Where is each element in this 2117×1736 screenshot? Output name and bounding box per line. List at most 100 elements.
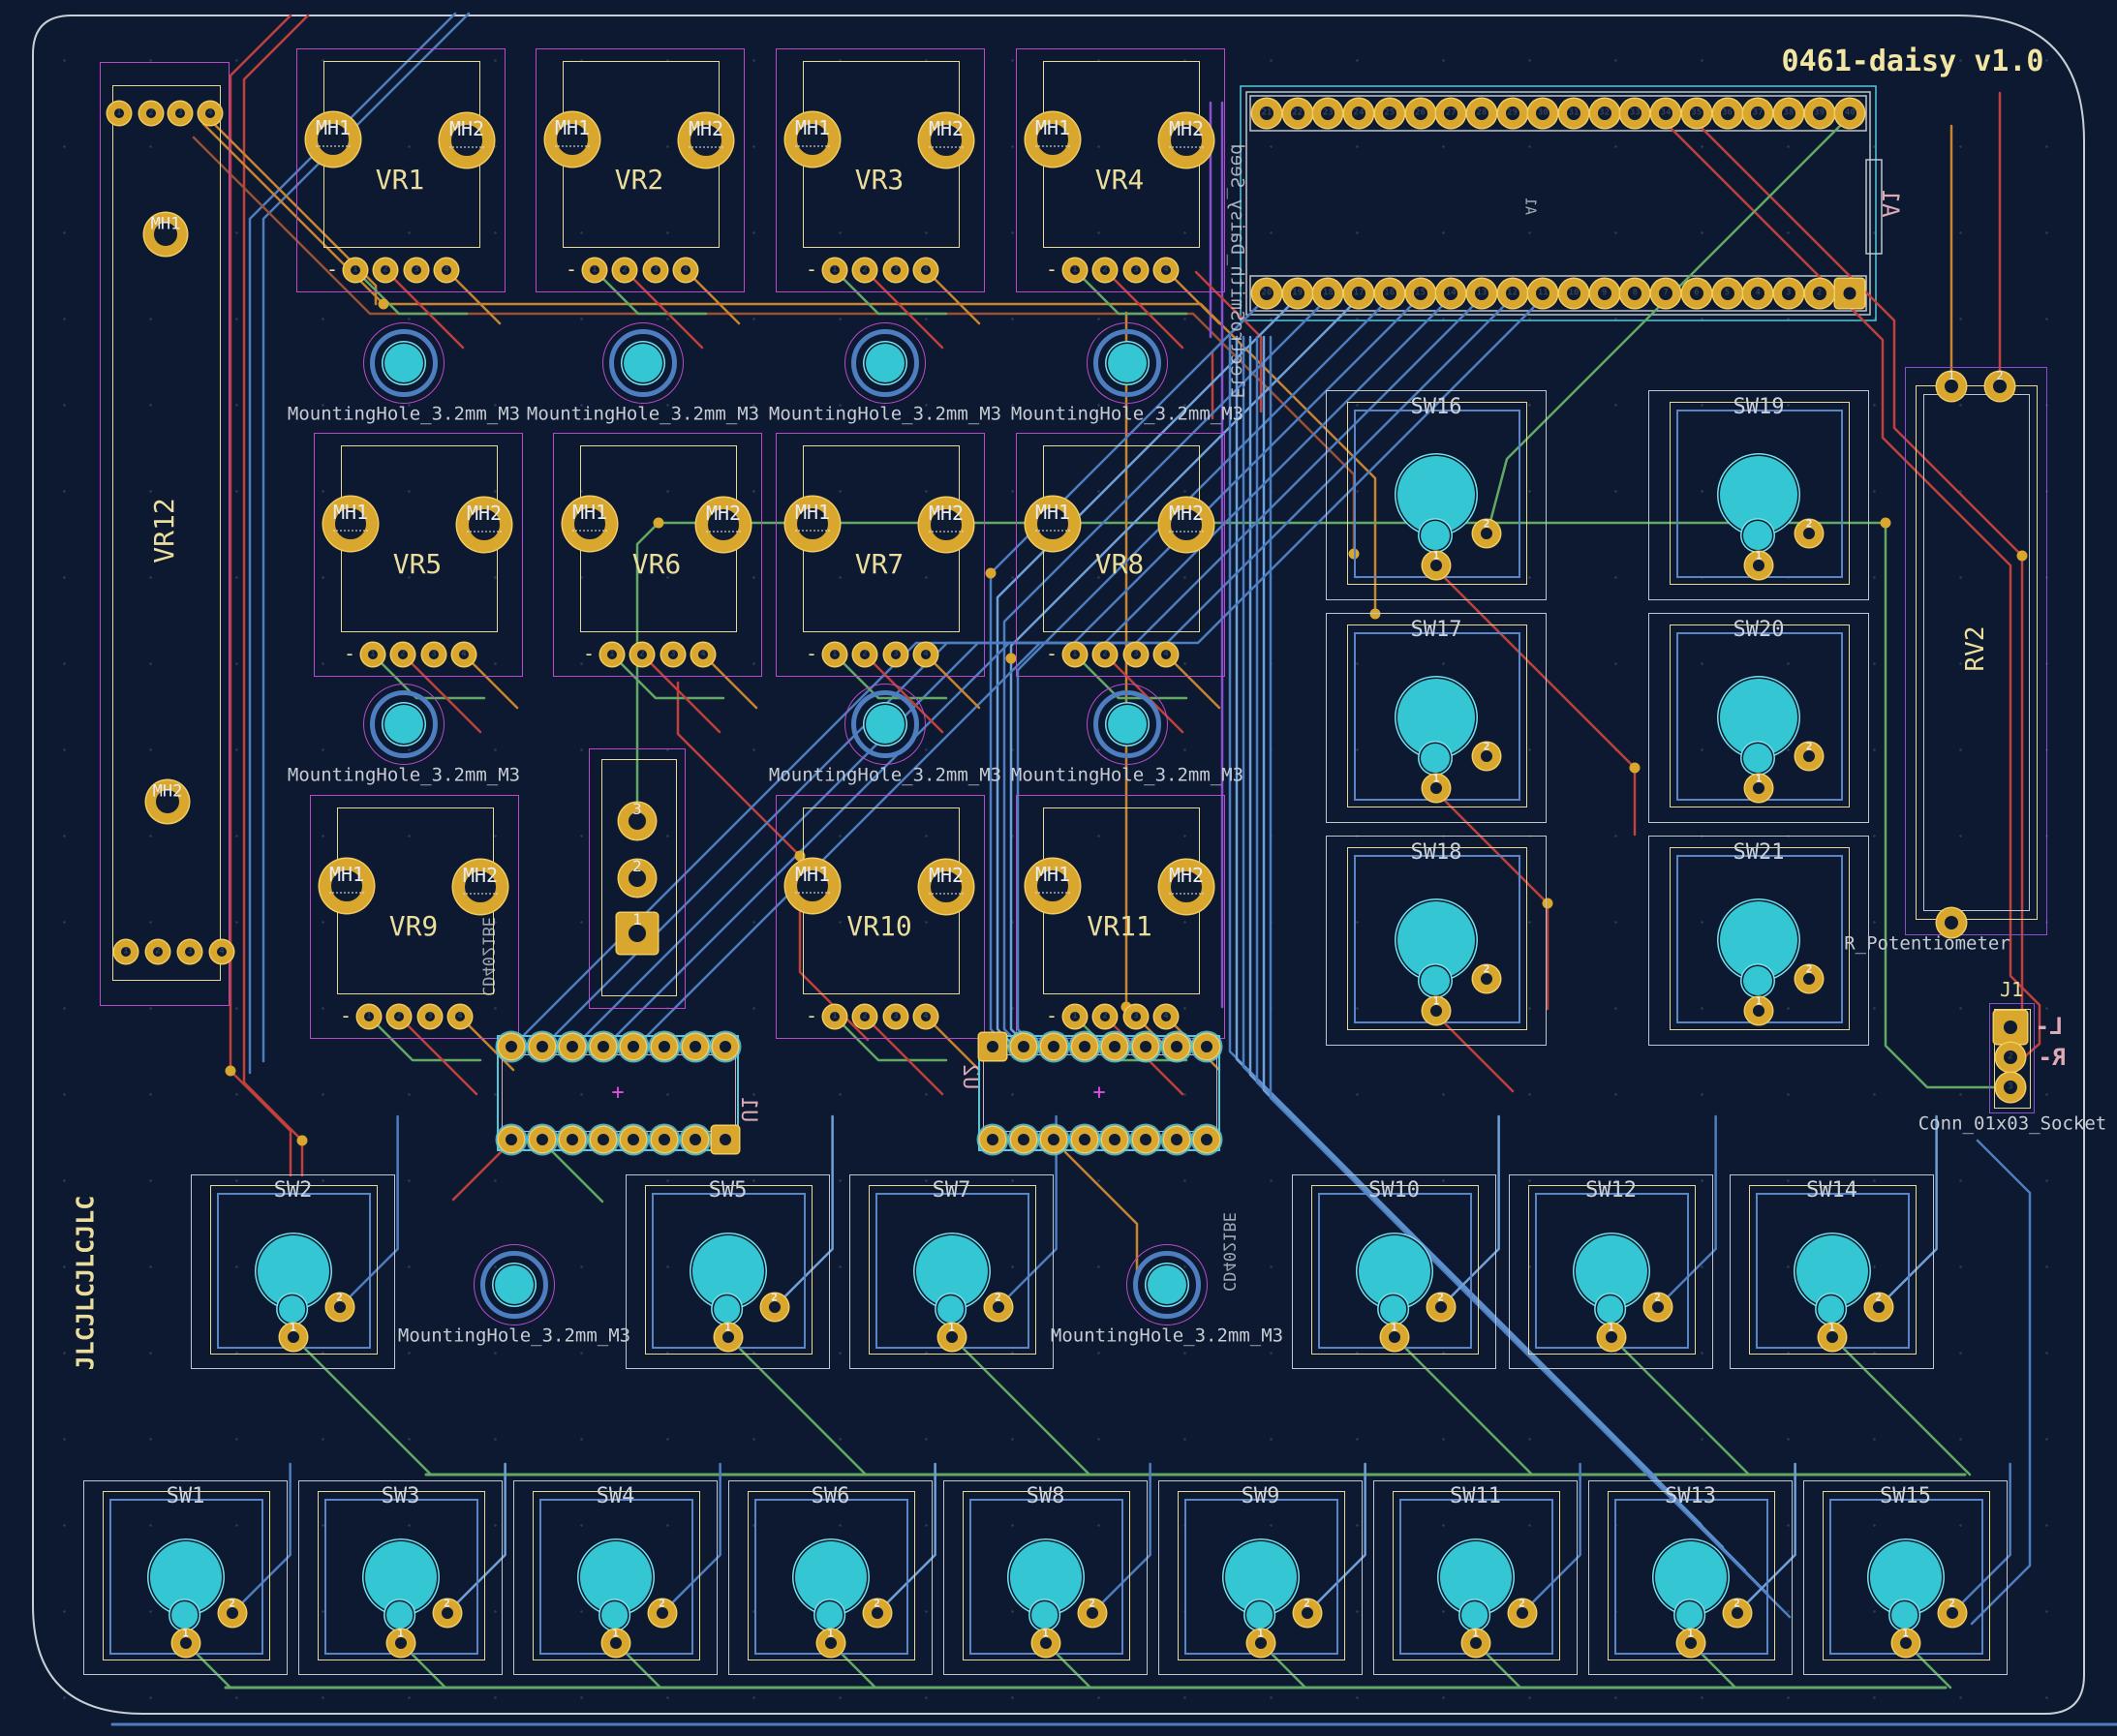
dip-socket-u2-pin-pad[interactable] bbox=[1102, 1034, 1127, 1059]
dip-socket-u2-pin-pad[interactable] bbox=[1194, 1034, 1219, 1059]
header-pin-pad[interactable]: 18 bbox=[1313, 279, 1342, 308]
dip-socket-u1-pin-pad[interactable] bbox=[530, 1034, 555, 1059]
vr12-pin-pad[interactable]: 2 bbox=[146, 940, 169, 963]
header-pin-pad[interactable]: 28 bbox=[1467, 99, 1496, 128]
header-pin-pad[interactable]: 17 bbox=[1344, 279, 1373, 308]
switch-pad-2[interactable]: 2 bbox=[1724, 1599, 1751, 1627]
header-pin-pad[interactable]: 20 bbox=[1252, 279, 1281, 308]
vr12-pin-pad[interactable]: 1 bbox=[114, 940, 138, 963]
switch-pad-1[interactable]: 1 bbox=[1423, 552, 1450, 579]
via[interactable] bbox=[226, 1066, 236, 1077]
dip-socket-u2-pin-pad[interactable] bbox=[1133, 1034, 1158, 1059]
switch-pad-2[interactable]: 2 bbox=[1473, 965, 1500, 992]
header-pin-pad-1[interactable] bbox=[1835, 279, 1864, 308]
via[interactable] bbox=[297, 1136, 308, 1146]
mounting-hole[interactable] bbox=[866, 705, 905, 744]
header-pin-pad[interactable]: 4 bbox=[1743, 279, 1772, 308]
vr-pin-pad[interactable]: 4 bbox=[674, 259, 697, 282]
header-pin-pad[interactable]: 29 bbox=[1498, 99, 1527, 128]
copper-trace[interactable] bbox=[230, 15, 291, 1175]
vr-pin-pad[interactable]: 1 bbox=[823, 259, 846, 282]
vr-pin-pad[interactable]: 1 bbox=[823, 1005, 846, 1028]
header-pin-pad[interactable]: 39 bbox=[1805, 99, 1834, 128]
switch-pad-1[interactable]: 1 bbox=[1745, 552, 1772, 579]
vr-pin-pad[interactable]: 4 bbox=[914, 643, 937, 666]
header-pin-pad[interactable]: 11 bbox=[1528, 279, 1557, 308]
switch-pad-2[interactable]: 2 bbox=[219, 1599, 246, 1627]
switch-pad-1[interactable]: 1 bbox=[1381, 1324, 1408, 1351]
switch-pad-1[interactable]: 1 bbox=[1032, 1629, 1059, 1657]
header-pin-pad[interactable]: 26 bbox=[1406, 99, 1435, 128]
mounting-hole[interactable] bbox=[495, 1265, 534, 1304]
switch-pad-1[interactable]: 1 bbox=[1247, 1629, 1274, 1657]
vr-pin-pad[interactable]: 4 bbox=[1154, 259, 1178, 282]
switch-pad-2[interactable]: 2 bbox=[1294, 1599, 1321, 1627]
switch-pad-2[interactable]: 2 bbox=[649, 1599, 676, 1627]
header-pin-pad[interactable]: 23 bbox=[1313, 99, 1342, 128]
header-pin-pad[interactable]: 40 bbox=[1835, 99, 1864, 128]
vr-pin-pad[interactable]: 2 bbox=[1093, 259, 1117, 282]
switch-pad-1[interactable]: 1 bbox=[1677, 1629, 1704, 1657]
j1-pad-1[interactable] bbox=[1994, 1011, 2027, 1044]
switch-pad-2[interactable]: 2 bbox=[985, 1294, 1012, 1321]
header-pin-pad[interactable]: 34 bbox=[1651, 99, 1680, 128]
vr-pin-pad[interactable]: 2 bbox=[1093, 1005, 1117, 1028]
vr-pin-pad[interactable]: 4 bbox=[914, 259, 937, 282]
mounting-hole[interactable] bbox=[384, 344, 423, 382]
switch-pad-1[interactable]: 1 bbox=[1423, 775, 1450, 802]
mounting-hole[interactable] bbox=[1108, 344, 1147, 382]
header-pin-pad[interactable]: 37 bbox=[1743, 99, 1772, 128]
keyhole-slot-small[interactable] bbox=[1891, 1601, 1918, 1629]
switch-pad-1[interactable]: 1 bbox=[172, 1629, 199, 1657]
vr12-pin-pad[interactable]: 4 bbox=[199, 102, 222, 125]
via[interactable] bbox=[1881, 518, 1891, 529]
dip-socket-u1-pin-pad[interactable] bbox=[621, 1034, 646, 1059]
switch-pad-2[interactable]: 2 bbox=[1795, 965, 1823, 992]
rv2-pad-3[interactable] bbox=[1937, 908, 1966, 937]
dip-socket-u1-pin-pad[interactable] bbox=[621, 1127, 646, 1152]
vr-pin-pad[interactable]: 2 bbox=[387, 1005, 411, 1028]
keyhole-slot-small[interactable] bbox=[1461, 1601, 1488, 1629]
dip-socket-u1-pin-pad[interactable] bbox=[591, 1034, 616, 1059]
switch-pad-2[interactable]: 2 bbox=[1644, 1294, 1672, 1321]
mounting-hole[interactable] bbox=[1108, 705, 1147, 744]
dip-socket-u1-pin-pad[interactable] bbox=[530, 1127, 555, 1152]
via[interactable] bbox=[986, 568, 997, 579]
header-pin-pad[interactable]: 16 bbox=[1375, 279, 1404, 308]
copper-trace[interactable] bbox=[1065, 1152, 1137, 1280]
footprint-vr12[interactable] bbox=[100, 62, 230, 1006]
dip-socket-u1-pin-pad[interactable] bbox=[713, 1034, 738, 1059]
header-pin-pad[interactable]: 10 bbox=[1559, 279, 1588, 308]
vr12-pin-pad[interactable]: 4 bbox=[210, 940, 233, 963]
vr12-pin-pad[interactable]: 3 bbox=[178, 940, 201, 963]
switch-pad-1[interactable]: 1 bbox=[280, 1324, 307, 1351]
vr-pin-pad[interactable]: 4 bbox=[448, 1005, 472, 1028]
switch-pad-2[interactable]: 2 bbox=[864, 1599, 891, 1627]
dip-socket-u2-pin-pad[interactable] bbox=[1041, 1127, 1066, 1152]
keyhole-slot-small[interactable] bbox=[1380, 1295, 1407, 1323]
dip-socket-u2-pin-pad[interactable] bbox=[1194, 1127, 1219, 1152]
via[interactable] bbox=[1006, 654, 1017, 664]
header-pin-pad[interactable]: 2 bbox=[1805, 279, 1834, 308]
dip-socket-u2-pin-pad[interactable] bbox=[1041, 1034, 1066, 1059]
dip-socket-u2-pin-pad[interactable] bbox=[1011, 1034, 1036, 1059]
header-pin-pad[interactable]: 33 bbox=[1620, 99, 1649, 128]
keyhole-slot-small[interactable] bbox=[1743, 521, 1772, 550]
j1-pad-3[interactable]: 3 bbox=[1996, 1073, 2025, 1102]
vr-pin-pad[interactable]: 2 bbox=[374, 259, 397, 282]
vr-pin-pad[interactable]: 1 bbox=[1063, 259, 1087, 282]
vr-pin-pad[interactable]: 3 bbox=[1124, 259, 1148, 282]
switch-pad-1[interactable]: 1 bbox=[938, 1324, 966, 1351]
dip-socket-u2-pin-pad[interactable] bbox=[1164, 1127, 1189, 1152]
header-pin-pad[interactable]: 24 bbox=[1344, 99, 1373, 128]
header-pin-pad[interactable]: 6 bbox=[1682, 279, 1711, 308]
vr12-pin-pad[interactable]: 2 bbox=[139, 102, 163, 125]
vr-pin-pad[interactable]: 2 bbox=[853, 259, 876, 282]
via[interactable] bbox=[1630, 763, 1641, 774]
vr-pin-pad[interactable]: 3 bbox=[405, 259, 428, 282]
vr12-pin-pad[interactable]: 1 bbox=[107, 102, 131, 125]
pcb-canvas[interactable]: 0461-daisy v1.0 JLCJLCJLCJLC ElectroSmit… bbox=[0, 0, 2117, 1736]
switch-pad-2[interactable]: 2 bbox=[326, 1294, 353, 1321]
dip-socket-u2-pin-pad[interactable] bbox=[979, 1033, 1006, 1060]
vr-pin-pad[interactable]: 3 bbox=[661, 643, 685, 666]
